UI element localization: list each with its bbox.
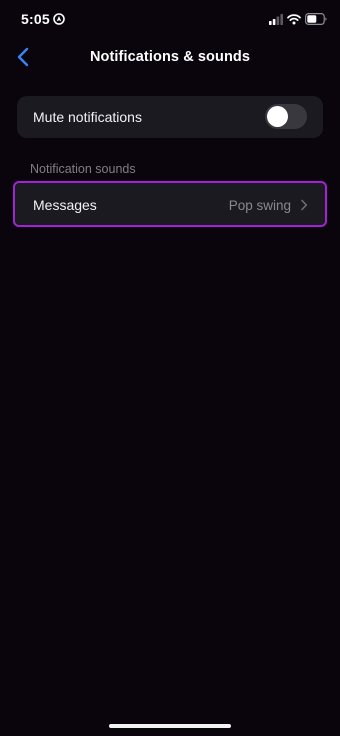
- home-indicator[interactable]: [109, 724, 231, 728]
- page-title: Notifications & sounds: [89, 49, 251, 65]
- mute-notifications-row: Mute notifications: [17, 96, 323, 138]
- status-time: 5:05: [21, 11, 50, 27]
- navigation-bar: Notifications & sounds: [0, 40, 340, 76]
- messages-label: Messages: [33, 197, 97, 213]
- notification-sounds-section-header: Notification sounds: [30, 162, 136, 176]
- wifi-icon: [287, 14, 301, 25]
- location-arrow-icon: [53, 13, 65, 25]
- mute-notifications-toggle[interactable]: [265, 104, 307, 129]
- chevron-right-icon: [301, 199, 308, 211]
- status-bar: 5:05: [0, 0, 340, 40]
- cellular-signal-icon: [269, 14, 283, 25]
- messages-sound-value: Pop swing: [228, 198, 291, 213]
- battery-icon: [305, 13, 327, 25]
- messages-sound-row[interactable]: Messages Pop swing: [13, 181, 327, 227]
- toggle-knob: [267, 106, 288, 127]
- mute-notifications-label: Mute notifications: [33, 109, 142, 125]
